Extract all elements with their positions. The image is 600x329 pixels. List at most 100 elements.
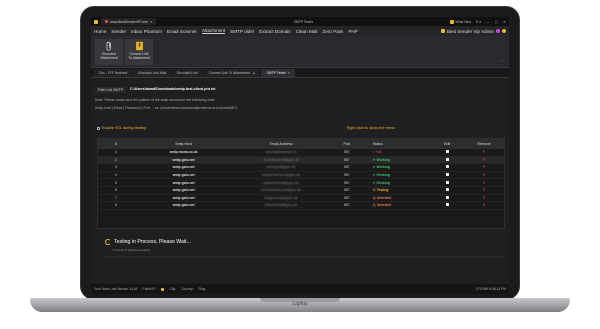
edit-button[interactable]: [430, 173, 464, 177]
tab-zoc-redirect[interactable]: Zoc - TFF Redirect: [94, 69, 133, 77]
menu-php[interactable]: PHP: [348, 29, 357, 34]
menu-email-scanner[interactable]: Email Scanner: [167, 29, 197, 34]
status-icon: ×: [372, 150, 375, 155]
close-tab-icon[interactable]: ×: [288, 71, 290, 75]
encoded-attachment-button[interactable]: Encoded Attachment: [95, 39, 123, 65]
row-email: phrazefattstruuth@gxiu.de: [261, 188, 301, 193]
header-number[interactable]: #: [98, 142, 134, 146]
what-new-button[interactable]: What New: [450, 19, 471, 24]
menu-zero-pass[interactable]: Zero Pass: [322, 29, 343, 34]
theme-icon[interactable]: [496, 29, 500, 33]
remove-button[interactable]: ✎: [464, 150, 504, 154]
laptop-base: Laptop: [30, 298, 570, 312]
menu-clean-mail[interactable]: Clean Mail: [296, 29, 318, 34]
admin-label[interactable]: Best Sender Vip Admin: [447, 29, 494, 34]
edit-button[interactable]: [430, 150, 464, 154]
edit-button[interactable]: [430, 165, 464, 169]
settings-icon[interactable]: [502, 29, 506, 33]
edit-button[interactable]: [430, 180, 464, 185]
status-label: Working: [376, 157, 390, 162]
ssl-checkbox[interactable]: [97, 126, 100, 130]
table-row[interactable]: 7 smtp.gxiu.net brugervanda@gxiu.de 587 ⚠ Unt…: [98, 195, 504, 203]
menu-extract-domain[interactable]: Extract Domain: [259, 29, 290, 34]
close-window-icon[interactable]: ✕: [503, 20, 506, 24]
browser-tab-label: www.BestSenderVIP.com: [110, 19, 149, 24]
flag-label: Flag:: [198, 287, 206, 291]
tab-convert-link[interactable]: Convert Link To Attachment ▲: [203, 69, 261, 77]
remove-button[interactable]: ✎: [464, 181, 504, 185]
row-port: 587: [343, 195, 350, 200]
tab-encoded-link-mail[interactable]: Encoded Link Mail: [133, 69, 172, 77]
maximize-icon[interactable]: ▢: [495, 20, 498, 24]
status-icon: ⚠: [372, 203, 376, 208]
header-edit[interactable]: Edit: [430, 142, 464, 146]
status-label: Untested: [376, 203, 392, 208]
status-icon: ✔: [372, 165, 376, 170]
menu-home[interactable]: Home: [94, 29, 106, 34]
row-port: 587: [343, 150, 350, 155]
edit-button[interactable]: [430, 157, 464, 162]
remove-button[interactable]: ✎: [464, 158, 504, 162]
row-number: 6: [114, 188, 117, 193]
row-status: ⚠ Untested: [365, 203, 431, 207]
table-row[interactable]: 5 smtp.gxiu.net quakanomind@gxiu.net 587 ✔ Wo…: [98, 179, 504, 187]
row-port: 587: [343, 180, 350, 185]
options-row: Enable SSL during testing Right click to…: [97, 126, 507, 130]
table-row[interactable]: 6 smtp.gxiu.net phrazefattstruuth@gxiu.de 5…: [98, 187, 504, 195]
flag-icon: [161, 287, 165, 291]
remove-icon: ✎: [482, 150, 486, 155]
edit-button[interactable]: [430, 203, 464, 207]
row-port: 587: [343, 157, 350, 162]
status-label: Untested: [376, 195, 392, 200]
header-status[interactable]: Status: [365, 142, 431, 146]
grid-header: # Smtp Host Email Address Port Status Ed…: [98, 139, 504, 149]
table-row[interactable]: 3 smtp.gxiu.net pleringnot@gxiu.de 587 ✔ Work…: [98, 164, 504, 172]
country-label: Country:: [181, 287, 194, 291]
laptop-frame: www.BestSenderVIP.com × SMTP Tester What…: [30, 6, 570, 316]
browser-tab[interactable]: www.BestSenderVIP.com ×: [101, 18, 157, 25]
row-port: 587: [343, 203, 350, 208]
format-note: Note: Please make sure the pattern of th…: [95, 98, 217, 102]
language-button[interactable]: E ▾: [476, 20, 481, 24]
row-status: ☆ Testing: [365, 188, 431, 192]
table-row[interactable]: 2 smtp.gxiu.net merfolkaust.rlf@gxiu.de 587…: [98, 156, 504, 165]
menu-attachment[interactable]: Attachment: [201, 28, 226, 34]
remove-button[interactable]: ✎: [464, 173, 504, 177]
tab-label: Convert Link To Attachment: [208, 71, 251, 75]
edit-button[interactable]: [430, 188, 464, 192]
tab-smtp-tester[interactable]: SMTP Tester ×: [261, 69, 296, 77]
collapse-ribbon-icon[interactable]: ⌃: [501, 59, 504, 64]
header-remove[interactable]: Remove: [464, 142, 504, 146]
row-status: ⚠ Untested: [365, 196, 431, 200]
header-smtp-host[interactable]: Smtp Host: [134, 142, 234, 146]
remove-button[interactable]: ✎: [464, 203, 504, 207]
table-row[interactable]: 1 smtp.mona.co.uk arsuha@baandoh.fo 587 × Fai…: [98, 149, 504, 157]
row-host: smtp.gxiu.net: [172, 203, 195, 208]
remove-button[interactable]: ✎: [464, 196, 504, 200]
document-tabs: Zoc - TFF Redirect Encoded Link Mail Enc…: [91, 68, 509, 78]
edit-button[interactable]: [430, 195, 464, 200]
remove-button[interactable]: ✎: [464, 165, 504, 169]
tab-encoded-link[interactable]: Encoded Link: [172, 69, 203, 77]
row-number: 2: [114, 157, 117, 162]
remove-icon: ✎: [482, 173, 486, 178]
tab-label: SMTP Tester: [266, 71, 286, 75]
path-value[interactable]: C:\Users\buwd\Downloads\smtp-test-client…: [130, 87, 215, 93]
remove-button[interactable]: ✎: [464, 188, 504, 192]
table-row[interactable]: 8 smtp.gxiu.net fadrenebodt@gxiu.de 587 ⚠ Unt…: [98, 202, 504, 210]
minimize-icon[interactable]: —: [486, 20, 490, 24]
menu-inbox-phantom[interactable]: Inbox Phantom: [131, 29, 162, 34]
ssl-option[interactable]: Enable SSL during testing: [97, 126, 146, 130]
paperclip-icon: [106, 41, 111, 51]
row-number: 4: [114, 173, 117, 178]
tab-label: Encoded Link: [177, 71, 198, 75]
header-email[interactable]: Email Address: [233, 142, 329, 146]
header-port[interactable]: Port: [329, 142, 365, 146]
row-email: quakanomind@gxiu.net: [263, 180, 299, 185]
menu-sender[interactable]: Sender: [111, 29, 126, 34]
menu-smtp-older[interactable]: SMTP older: [230, 29, 254, 34]
row-host: smtp.mona.co.uk: [169, 150, 198, 155]
table-row[interactable]: 4 smtp.gxiu.net nepperfancount@gxiu.de 587 ✔…: [98, 172, 504, 180]
close-tab-icon[interactable]: ×: [150, 20, 152, 24]
convert-link-button[interactable]: Convert Link To Attachment: [125, 39, 153, 65]
